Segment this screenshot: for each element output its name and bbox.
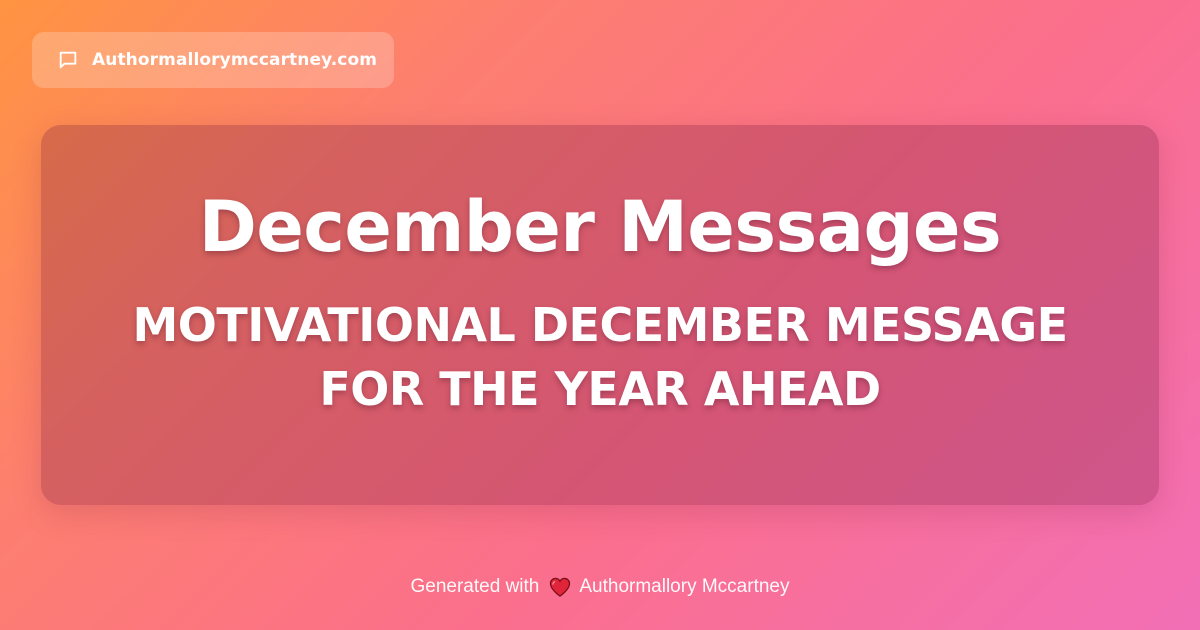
title-card: December Messages MOTIVATIONAL DECEMBER … [41,125,1159,505]
page-title: December Messages [198,186,1002,268]
footer-author[interactable]: Authormallory Mccartney [579,576,789,598]
footer-prefix: Generated with [410,576,540,597]
footer-credit: Generated with Authormallory Mccartney [0,574,1200,600]
chat-bubble-icon [56,48,80,72]
heart-icon [548,576,572,598]
page-subtitle: MOTIVATIONAL DECEMBER MESSAGE FOR THE YE… [132,298,1068,416]
site-badge[interactable]: Authormallorymccartney.com [32,32,394,88]
site-domain-label: Authormallorymccartney.com [92,50,378,70]
